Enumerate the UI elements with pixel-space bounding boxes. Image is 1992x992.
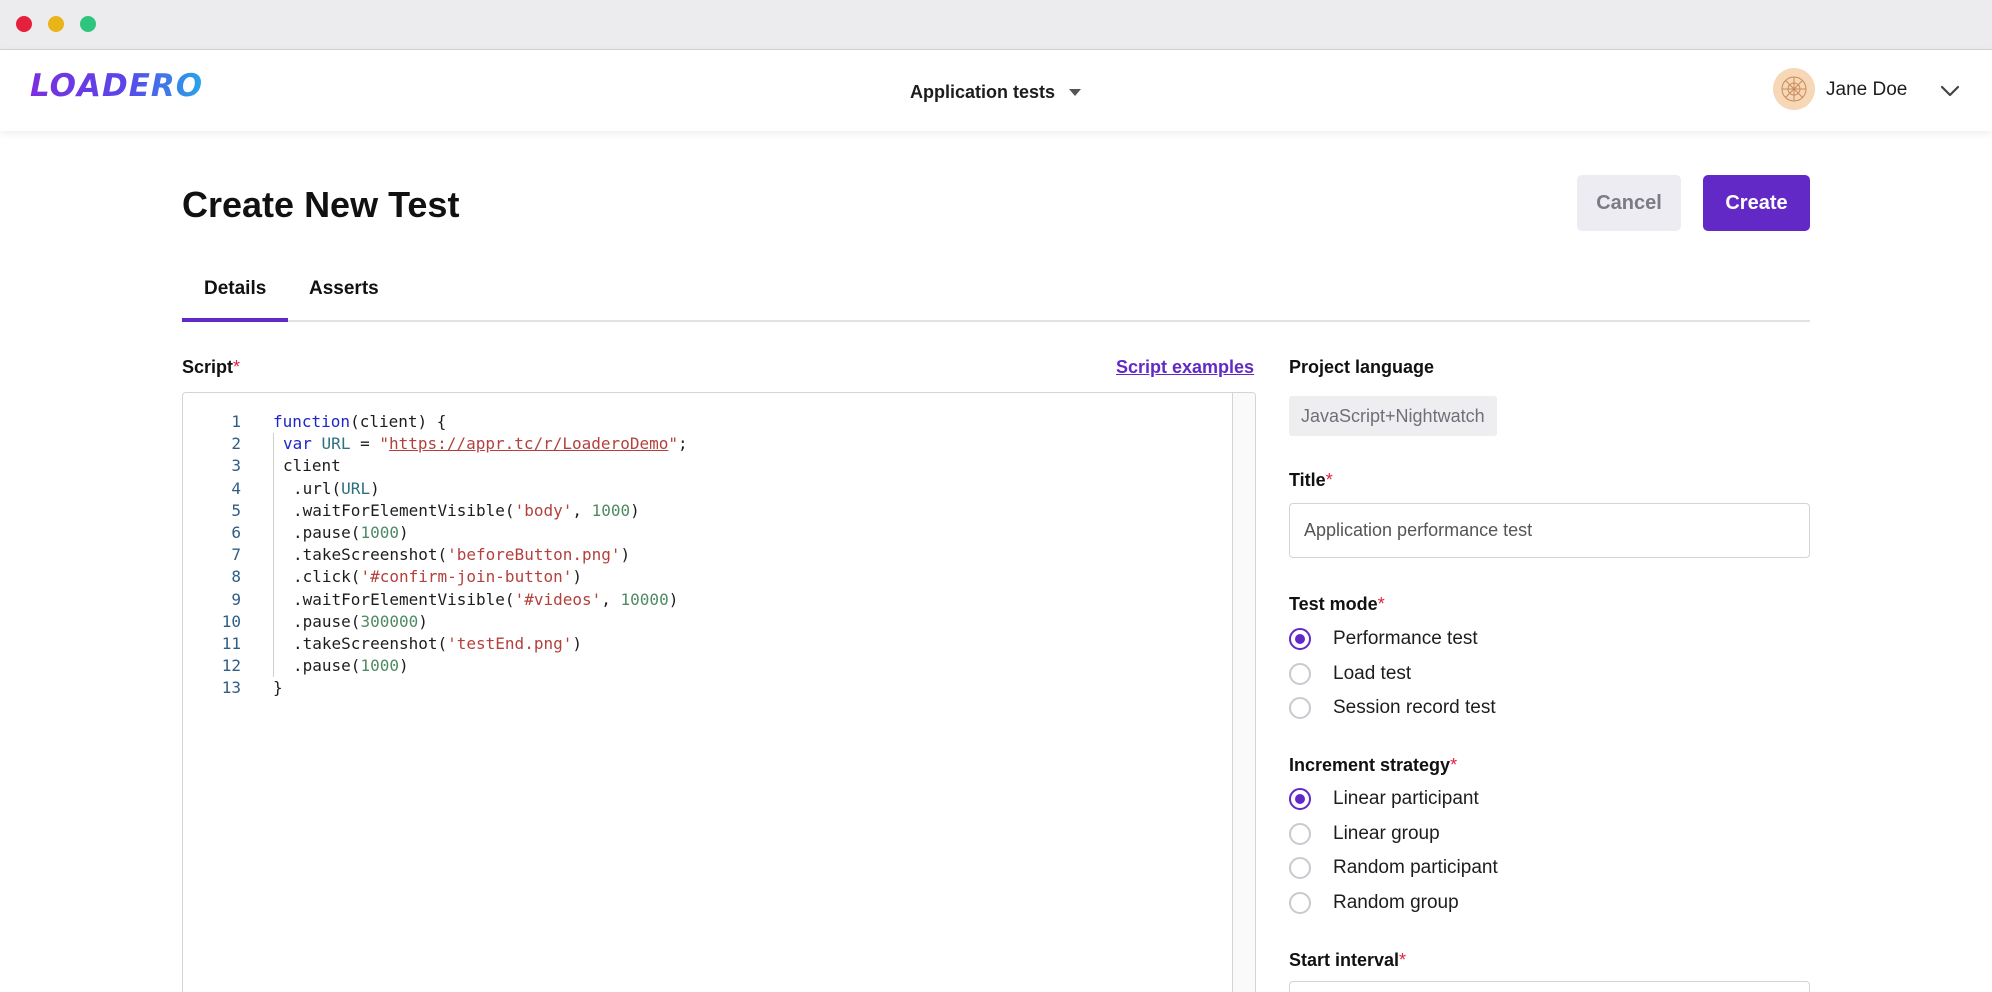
- minimize-window-button[interactable]: [48, 16, 64, 32]
- code-line: .waitForElementVisible('#videos', 10000): [273, 588, 1173, 611]
- radio-button[interactable]: [1289, 892, 1311, 914]
- radio-button[interactable]: [1289, 697, 1311, 719]
- line-number: 2: [231, 434, 241, 454]
- app-header: LOADERO Application tests Jane Doe: [0, 50, 1992, 131]
- code-line: .takeScreenshot('beforeButton.png'): [273, 544, 1173, 567]
- required-mark: *: [1377, 594, 1385, 614]
- code-line: client: [273, 455, 1173, 478]
- tab-details[interactable]: Details: [182, 278, 289, 322]
- line-number: 5: [231, 500, 241, 520]
- project-language-value: JavaScript+Nightwatch: [1289, 396, 1497, 436]
- increment-strategy-label-text: Increment strategy: [1289, 755, 1451, 775]
- chevron-down-icon[interactable]: [1938, 79, 1962, 103]
- project-selector-label: Application tests: [910, 81, 1056, 102]
- radio-label: Random participant: [1333, 857, 1498, 878]
- radio-button-checked[interactable]: [1289, 628, 1311, 650]
- radio-load-test[interactable]: Load test: [1289, 661, 1411, 687]
- radio-button[interactable]: [1289, 857, 1311, 879]
- radio-button-checked[interactable]: [1289, 788, 1311, 810]
- radio-random-participant[interactable]: Random participant: [1289, 855, 1498, 881]
- required-mark: *: [1325, 470, 1333, 490]
- line-number: 6: [231, 522, 241, 542]
- radio-label: Load test: [1333, 663, 1412, 684]
- radio-label: Performance test: [1333, 628, 1478, 649]
- window-titlebar: [0, 0, 1992, 50]
- line-number: 7: [231, 545, 241, 565]
- code-line: }: [273, 678, 283, 698]
- radio-label: Random group: [1333, 892, 1459, 913]
- test-mode-label: Test mode*: [1289, 594, 1385, 615]
- radio-linear-participant[interactable]: Linear participant: [1289, 786, 1479, 812]
- code-line: .url(URL): [273, 477, 1173, 500]
- start-interval-label-text: Start interval: [1289, 950, 1400, 970]
- maximize-window-button[interactable]: [80, 16, 96, 32]
- code-line: .takeScreenshot('testEnd.png'): [273, 632, 1173, 656]
- code-content[interactable]: function(client) { var URL = "https://ap…: [273, 411, 1173, 699]
- tab-bar: Details Asserts: [182, 268, 1810, 322]
- radio-label: Session record test: [1333, 697, 1496, 718]
- code-line: .click('#confirm-join-button'): [273, 566, 1173, 589]
- avatar[interactable]: [1773, 68, 1815, 110]
- project-selector[interactable]: Application tests: [910, 79, 1082, 105]
- line-number: 13: [221, 678, 241, 698]
- line-number: 12: [221, 656, 241, 676]
- code-line: .pause(1000): [273, 655, 1173, 678]
- code-line: var URL = "https://appr.tc/r/LoaderoDemo…: [273, 433, 1173, 456]
- required-mark: *: [1450, 755, 1458, 775]
- line-number: 1: [231, 412, 241, 431]
- cancel-button[interactable]: Cancel: [1577, 175, 1681, 231]
- required-mark: *: [233, 357, 241, 377]
- code-line: function(client) {: [273, 412, 447, 431]
- create-button[interactable]: Create: [1703, 175, 1810, 231]
- code-line: .pause(1000): [273, 521, 1173, 545]
- code-line: .pause(300000): [273, 610, 1173, 633]
- caret-down-icon: [1069, 88, 1082, 96]
- line-number: 11: [221, 633, 241, 653]
- start-interval-input[interactable]: [1289, 981, 1810, 992]
- title-input[interactable]: Application performance test: [1289, 503, 1810, 558]
- radio-label: Linear participant: [1333, 788, 1479, 809]
- editor-scrollbar[interactable]: [1232, 393, 1255, 992]
- increment-strategy-label: Increment strategy*: [1289, 755, 1457, 776]
- close-window-button[interactable]: [16, 16, 32, 32]
- user-name[interactable]: Jane Doe: [1826, 79, 1907, 101]
- radio-label: Linear group: [1333, 823, 1440, 844]
- radio-button[interactable]: [1289, 823, 1311, 845]
- loadero-logo[interactable]: LOADERO: [30, 68, 203, 104]
- title-label: Title*: [1289, 470, 1333, 491]
- radio-button[interactable]: [1289, 663, 1311, 685]
- line-number: 3: [231, 456, 241, 476]
- line-number: 10: [221, 611, 241, 631]
- title-label-text: Title: [1289, 470, 1326, 490]
- code-editor[interactable]: 1 2 3 4 5 6 7 8 9 10 11 12 13 function(c…: [182, 392, 1256, 992]
- script-examples-link[interactable]: Script examples: [1116, 357, 1254, 378]
- radio-linear-group[interactable]: Linear group: [1289, 821, 1440, 847]
- code-line: .waitForElementVisible('body', 1000): [273, 499, 1173, 522]
- line-number-gutter: 1 2 3 4 5 6 7 8 9 10 11 12 13: [183, 411, 241, 699]
- required-mark: *: [1399, 950, 1407, 970]
- project-language-label: Project language: [1289, 357, 1435, 377]
- script-label-text: Script: [182, 357, 234, 377]
- test-mode-label-text: Test mode: [1289, 594, 1378, 614]
- radio-session-record-test[interactable]: Session record test: [1289, 695, 1496, 721]
- radio-performance-test[interactable]: Performance test: [1289, 626, 1478, 652]
- line-number: 8: [231, 567, 241, 587]
- tab-asserts[interactable]: Asserts: [287, 278, 401, 322]
- script-label: Script*: [182, 357, 240, 378]
- line-number: 9: [231, 589, 241, 609]
- line-number: 4: [231, 478, 241, 498]
- radio-random-group[interactable]: Random group: [1289, 890, 1459, 916]
- page-title: Create New Test: [182, 184, 460, 225]
- start-interval-label: Start interval*: [1289, 950, 1406, 971]
